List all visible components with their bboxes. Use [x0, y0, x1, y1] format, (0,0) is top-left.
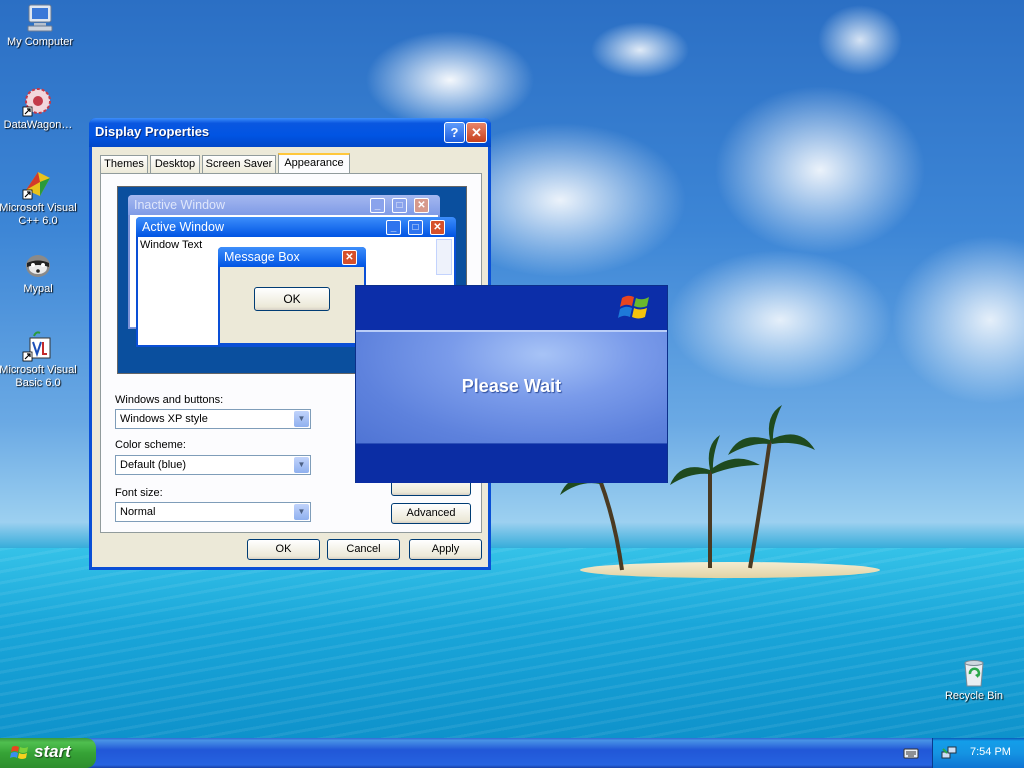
chevron-down-icon[interactable]: ▼ [294, 411, 309, 427]
my-computer-icon [27, 4, 53, 32]
please-wait-body: Please Wait [356, 330, 667, 444]
window-title-bar[interactable]: Display Properties ? ✕ [89, 118, 491, 147]
desktop-wallpaper-sea [0, 548, 1024, 740]
please-wait-header [356, 286, 667, 330]
desktop-icon-label: Microsoft Visual Basic 6.0 [0, 364, 77, 389]
desktop-icon-mypal[interactable]: Mypal [0, 249, 78, 296]
help-button[interactable]: ? [444, 122, 465, 143]
minimize-icon: _ [386, 220, 401, 235]
desktop-icon-datawagon[interactable]: DataWagon… [0, 85, 78, 132]
close-icon: ✕ [342, 250, 357, 265]
please-wait-message: Please Wait [461, 376, 562, 396]
desktop-icon-visual-cpp[interactable]: Microsoft Visual C++ 6.0 [0, 168, 78, 228]
cancel-button[interactable]: Cancel [327, 539, 400, 560]
preview-window-text: Window Text [140, 239, 203, 251]
datawagon-icon [22, 88, 51, 117]
clock[interactable]: 7:54 PM [970, 746, 1011, 758]
start-label: start [34, 742, 71, 761]
window-title: Display Properties [95, 124, 210, 139]
maximize-icon: □ [408, 220, 423, 235]
please-wait-dialog: Please Wait [355, 285, 668, 483]
keyboard-icon[interactable] [903, 746, 919, 760]
close-button[interactable]: ✕ [466, 122, 487, 143]
windows-buttons-label: Windows and buttons: [115, 394, 224, 406]
close-icon: ✕ [471, 125, 482, 140]
windows-buttons-select[interactable]: Windows XP style ▼ [115, 409, 311, 429]
desktop-icon-label: Microsoft Visual C++ 6.0 [0, 202, 77, 227]
desktop-icon-label: Mypal [23, 283, 53, 295]
windows-buttons-value: Windows XP style [120, 413, 208, 425]
visual-cpp-icon [22, 172, 50, 200]
visual-basic-icon [22, 331, 51, 362]
start-button[interactable]: start [0, 738, 96, 768]
font-size-value: Normal [120, 506, 156, 518]
font-size-label: Font size: [115, 487, 163, 499]
system-tray: 7:54 PM [932, 738, 1024, 768]
desktop-icon-visual-basic[interactable]: Microsoft Visual Basic 6.0 [0, 330, 78, 390]
color-scheme-label: Color scheme: [115, 439, 186, 451]
tab-appearance[interactable]: Appearance [278, 153, 350, 174]
desktop-icon-label: My Computer [6, 36, 74, 48]
advanced-button[interactable]: Advanced [391, 503, 471, 524]
question-icon: ? [450, 125, 459, 140]
ok-button[interactable]: OK [247, 539, 320, 560]
tab-screen-saver[interactable]: Screen Saver [202, 155, 276, 173]
recycle-bin-icon [964, 660, 984, 687]
taskbar: start 7:54 PM [0, 738, 1024, 768]
apply-button[interactable]: Apply [409, 539, 482, 560]
please-wait-footer [356, 443, 667, 483]
chevron-down-icon[interactable]: ▼ [294, 504, 309, 520]
tab-desktop[interactable]: Desktop [150, 155, 200, 173]
close-icon: ✕ [414, 198, 429, 213]
windows-logo-icon [618, 295, 649, 319]
network-icon[interactable] [941, 745, 957, 761]
chevron-down-icon[interactable]: ▼ [294, 457, 309, 473]
windows-flag-icon [10, 746, 28, 759]
tab-themes[interactable]: Themes [100, 155, 148, 173]
desktop-icon-my-computer[interactable]: My Computer [0, 2, 80, 49]
desktop-icon-label: DataWagon… [3, 119, 73, 131]
color-scheme-select[interactable]: Default (blue) ▼ [115, 455, 311, 475]
mypal-icon [26, 255, 50, 277]
minimize-icon: _ [370, 198, 385, 213]
color-scheme-value: Default (blue) [120, 459, 187, 471]
preview-scrollbar [436, 239, 452, 275]
preview-ok-button: OK [254, 287, 330, 311]
close-icon: ✕ [430, 220, 445, 235]
desktop-icon-recycle-bin[interactable]: Recycle Bin [934, 656, 1014, 703]
desktop-icon-label: Recycle Bin [944, 690, 1004, 702]
preview-message-box: Message Box ✕ OK [218, 247, 366, 345]
maximize-icon: □ [392, 198, 407, 213]
font-size-select[interactable]: Normal ▼ [115, 502, 311, 522]
